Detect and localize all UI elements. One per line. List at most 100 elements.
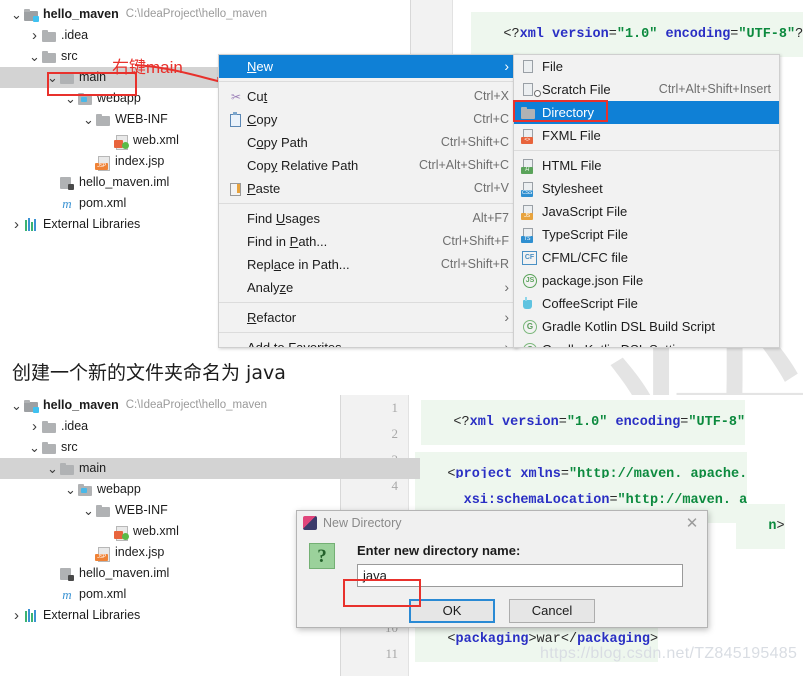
folder-icon xyxy=(59,461,75,477)
top-editor-code-line: <?xml version="1.0" encoding="UTF-8"?> xyxy=(471,12,803,57)
submenu-item-cfml-cfc-file[interactable]: CF CFML/CFC file xyxy=(514,246,779,269)
submenu-item-gradle-kotlin-dsl-build-script[interactable]: G Gradle Kotlin DSL Build Script xyxy=(514,315,779,338)
menu-item-replace-in-path[interactable]: Replace in Path... Ctrl+Shift+R xyxy=(219,253,517,276)
tree-row-label: web.xml xyxy=(133,133,179,147)
menu-item-label: Add to Favorites xyxy=(247,340,342,348)
menu-item-paste[interactable]: Paste Ctrl+V xyxy=(219,177,517,200)
menu-item-label: Paste xyxy=(247,181,281,196)
menu-item-add-to-favorites[interactable]: Add to Favorites › xyxy=(219,336,517,348)
chevron-right-icon: › xyxy=(504,339,509,348)
submenu-item-typescript-file[interactable]: TS TypeScript File xyxy=(514,223,779,246)
maven-file-icon: m xyxy=(62,195,72,211)
submenu-item-fxml-file[interactable]: <> FXML File xyxy=(514,124,779,147)
submenu-item-stylesheet[interactable]: CSS Stylesheet xyxy=(514,177,779,200)
cancel-button[interactable]: Cancel xyxy=(509,599,595,623)
tree-row-label: index.jsp xyxy=(115,545,165,559)
submenu-item-gradle-kotlin-dsl-settings[interactable]: GGradle Kotlin DSL Settings xyxy=(514,338,779,347)
chevron-down-icon[interactable]: ⌄ xyxy=(10,7,23,22)
menu-item-new[interactable]: New › xyxy=(219,55,517,78)
submenu-item-javascript-file[interactable]: JS JavaScript File xyxy=(514,200,779,223)
top-code-editor: 1 2 <?xml version="1.0" encoding="UTF-8"… xyxy=(410,0,803,62)
menu-item-copy-path[interactable]: Copy Path Ctrl+Shift+C xyxy=(219,131,517,154)
menu-item-label: Refactor xyxy=(247,310,297,325)
tree-row[interactable]: › .idea xyxy=(0,416,420,437)
chevron-right-icon: › xyxy=(504,279,509,295)
chevron-right-icon: › xyxy=(504,309,509,325)
module-folder-icon xyxy=(23,7,39,23)
tree-row[interactable]: ⌄ webapp xyxy=(0,479,420,500)
tree-row-label: WEB-INF xyxy=(115,503,168,517)
menu-item-copy[interactable]: Copy Ctrl+C xyxy=(219,108,517,131)
submenu-item-label: JavaScript File xyxy=(542,204,628,219)
submenu-item-package-json-file[interactable]: JS package.json File xyxy=(514,269,779,292)
submenu-item-scratch-file[interactable]: Scratch File Ctrl+Alt+Shift+Insert xyxy=(514,78,779,101)
paste-icon xyxy=(225,181,247,197)
menu-item-cut[interactable]: ✂ Cut Ctrl+X xyxy=(219,85,517,108)
menu-item-refactor[interactable]: Refactor › xyxy=(219,306,517,329)
iml-file-icon xyxy=(59,175,75,191)
chevron-down-icon[interactable]: ⌄ xyxy=(28,440,41,455)
url-watermark: https://blog.csdn.net/TZ845195485 xyxy=(540,645,798,662)
tree-row-label: External Libraries xyxy=(43,217,141,231)
tree-row-label: pom.xml xyxy=(79,196,127,210)
tree-row[interactable]: › .idea xyxy=(0,25,420,46)
menu-item-shortcut: Ctrl+V xyxy=(473,181,509,195)
chevron-down-icon[interactable]: ⌄ xyxy=(10,398,23,413)
menu-icon-spacer xyxy=(225,310,247,326)
tree-row[interactable]: ⌄ src xyxy=(0,437,420,458)
ok-button[interactable]: OK xyxy=(409,599,495,623)
menu-item-shortcut: Ctrl+X xyxy=(473,89,509,103)
new-directory-dialog[interactable]: New Directory ✕ ? Enter new directory na… xyxy=(296,510,708,628)
menu-item-shortcut: Ctrl+Alt+Shift+C xyxy=(419,158,509,172)
dialog-title-bar: New Directory ✕ xyxy=(297,511,707,535)
module-folder-icon xyxy=(23,398,39,414)
file-icon xyxy=(520,59,542,75)
chevron-down-icon[interactable]: ⌄ xyxy=(64,482,77,497)
jsp-file-icon: JSP xyxy=(95,154,111,171)
menu-item-copy-relative-path[interactable]: Copy Relative Path Ctrl+Alt+Shift+C xyxy=(219,154,517,177)
menu-item-label: New xyxy=(247,59,274,74)
menu-item-find-usages[interactable]: Find Usages Alt+F7 xyxy=(219,207,517,230)
menu-item-shortcut: Alt+F7 xyxy=(472,211,509,225)
chevron-down-icon[interactable]: ⌄ xyxy=(46,461,59,476)
chevron-right-icon[interactable]: › xyxy=(28,417,41,436)
tree-row[interactable]: ⌄ hello_maven C:\IdeaProject\hello_maven xyxy=(0,4,420,25)
chevron-down-icon[interactable]: ⌄ xyxy=(82,112,95,127)
menu-icon-spacer xyxy=(225,59,247,75)
tree-row-label: hello_maven xyxy=(43,7,119,21)
menu-item-label: Find in Path... xyxy=(247,234,328,249)
submenu-item-coffeescript-file[interactable]: CoffeeScript File xyxy=(514,292,779,315)
close-icon[interactable]: ✕ xyxy=(683,516,701,531)
tree-row[interactable]: ⌄ hello_maven C:\IdeaProject\hello_maven xyxy=(0,395,420,416)
menu-icon-spacer xyxy=(225,340,247,348)
input-highlight-box xyxy=(343,579,421,607)
submenu-item-label: Stylesheet xyxy=(542,181,603,196)
scratch-file-icon xyxy=(520,82,542,98)
question-icon: ? xyxy=(309,543,335,569)
chevron-down-icon[interactable]: ⌄ xyxy=(28,49,41,64)
chevron-right-icon[interactable]: › xyxy=(10,215,23,234)
tree-row[interactable]: ⌄ main xyxy=(0,458,420,479)
cfml-file-icon: CF xyxy=(520,250,542,266)
context-menu[interactable]: New › ✂ Cut Ctrl+X Copy Ctrl+C Copy Path Ctrl+Sh… xyxy=(218,54,518,348)
new-submenu[interactable]: File Scratch File Ctrl+Alt+Shift+Insert Dir… xyxy=(513,54,780,348)
tree-row-label: .idea xyxy=(61,28,89,42)
copy-icon xyxy=(225,111,247,128)
menu-icon-spacer xyxy=(225,135,247,151)
menu-separator xyxy=(219,302,517,303)
menu-item-shortcut: Ctrl+Shift+F xyxy=(442,234,509,248)
menu-item-shortcut: Ctrl+C xyxy=(473,112,509,126)
submenu-item-html-file[interactable]: H HTML File xyxy=(514,154,779,177)
folder-icon xyxy=(95,112,111,128)
menu-item-analyze[interactable]: Analyze › xyxy=(219,276,517,299)
chevron-down-icon[interactable]: ⌄ xyxy=(82,503,95,518)
chevron-right-icon[interactable]: › xyxy=(10,606,23,625)
dialog-prompt-label: Enter new directory name: xyxy=(357,543,521,558)
submenu-item-label: Gradle Kotlin DSL Build Script xyxy=(542,319,715,334)
menu-item-find-in-path[interactable]: Find in Path... Ctrl+Shift+F xyxy=(219,230,517,253)
menu-separator xyxy=(219,81,517,82)
chevron-right-icon[interactable]: › xyxy=(28,26,41,45)
menu-icon-spacer xyxy=(225,211,247,227)
folder-icon xyxy=(95,503,111,519)
submenu-item-file[interactable]: File xyxy=(514,55,779,78)
